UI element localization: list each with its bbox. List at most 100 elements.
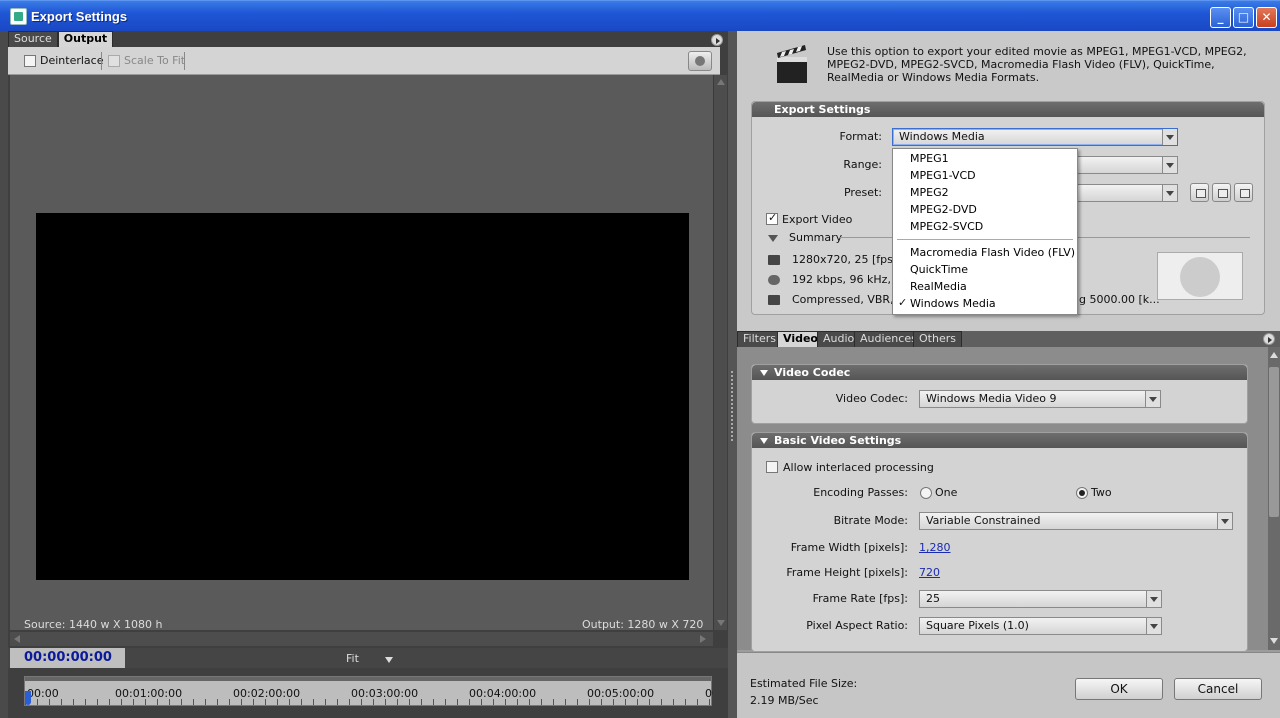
pass-two-radio[interactable] bbox=[1076, 487, 1088, 499]
title-bar: Export Settings _ □ ✕ bbox=[0, 0, 1280, 31]
format-option[interactable]: RealMedia bbox=[910, 280, 967, 293]
scroll-down-icon[interactable] bbox=[1270, 638, 1278, 644]
chevron-down-icon[interactable] bbox=[1217, 513, 1232, 529]
tab-source[interactable]: Source bbox=[8, 31, 58, 47]
settings-menu-icon[interactable] bbox=[1263, 333, 1275, 345]
format-option[interactable]: MPEG2-SVCD bbox=[910, 220, 983, 233]
format-option[interactable]: MPEG1-VCD bbox=[910, 169, 976, 182]
format-option-selected[interactable]: Windows Media bbox=[910, 297, 996, 310]
format-option[interactable]: MPEG1 bbox=[910, 152, 949, 165]
check-icon: ✓ bbox=[898, 296, 908, 309]
scale-to-fit-checkbox[interactable] bbox=[108, 55, 120, 67]
bitrate-select[interactable]: Variable Constrained bbox=[919, 512, 1233, 530]
preview-hscroll[interactable] bbox=[10, 632, 713, 646]
summary-thumbnail bbox=[1157, 252, 1243, 300]
chevron-down-icon[interactable] bbox=[1162, 157, 1177, 173]
par-select[interactable]: Square Pixels (1.0) bbox=[919, 617, 1162, 635]
est-size-label: Estimated File Size: bbox=[750, 677, 858, 690]
crop-tool-button[interactable] bbox=[688, 51, 712, 71]
export-description: Use this option to export your edited mo… bbox=[827, 45, 1247, 84]
ok-button[interactable]: OK bbox=[1075, 678, 1163, 700]
settings-panel: Use this option to export your edited mo… bbox=[737, 31, 1280, 718]
basic-video-title: Basic Video Settings bbox=[774, 434, 902, 447]
chevron-down-icon[interactable] bbox=[1162, 185, 1177, 201]
width-label: Frame Width [pixels]: bbox=[790, 541, 908, 554]
zoom-select[interactable]: Fit bbox=[346, 652, 359, 665]
timeline-ruler[interactable]: 00:00 00:01:00:00 00:02:00:00 00:03:00:0… bbox=[24, 676, 713, 706]
range-label: Range: bbox=[843, 158, 882, 171]
delete-preset-button[interactable] bbox=[1234, 183, 1253, 202]
minimize-button[interactable]: _ bbox=[1210, 7, 1231, 28]
summary-audio: 192 kbps, 96 kHz, 2 bbox=[792, 273, 902, 286]
format-option[interactable]: Macromedia Flash Video (FLV) bbox=[910, 246, 1075, 259]
timecode[interactable]: 00:00:00:00 bbox=[10, 648, 125, 668]
chevron-down-icon[interactable] bbox=[1146, 618, 1161, 634]
playhead[interactable] bbox=[25, 691, 31, 705]
scroll-up-icon[interactable] bbox=[717, 79, 725, 85]
scroll-up-icon[interactable] bbox=[1270, 352, 1278, 358]
video-codec-value: Windows Media Video 9 bbox=[926, 392, 1057, 405]
video-codec-select[interactable]: Windows Media Video 9 bbox=[919, 390, 1161, 408]
width-value[interactable]: 1,280 bbox=[919, 541, 951, 554]
cancel-button[interactable]: Cancel bbox=[1174, 678, 1262, 700]
frame-rate-select[interactable]: 25 bbox=[919, 590, 1162, 608]
format-option[interactable]: MPEG2 bbox=[910, 186, 949, 199]
export-video-checkbox[interactable]: ✓ bbox=[766, 211, 778, 225]
summary-label: Summary bbox=[789, 231, 843, 244]
export-video-label: Export Video bbox=[782, 213, 853, 226]
collapse-icon bbox=[760, 438, 768, 444]
height-label: Frame Height [pixels]: bbox=[786, 566, 908, 579]
scroll-left-icon[interactable] bbox=[14, 635, 20, 643]
format-label: Format: bbox=[839, 130, 882, 143]
toolbar-divider bbox=[184, 52, 185, 70]
bitrate-value: Variable Constrained bbox=[926, 514, 1041, 527]
format-value: Windows Media bbox=[899, 130, 985, 143]
summary-toggle-icon[interactable] bbox=[768, 235, 778, 242]
height-value[interactable]: 720 bbox=[919, 566, 940, 579]
menu-separator bbox=[897, 239, 1073, 240]
save-preset-button[interactable] bbox=[1190, 183, 1209, 202]
frame-rate-value: 25 bbox=[926, 592, 940, 605]
par-label: Pixel Aspect Ratio: bbox=[806, 619, 908, 632]
close-button[interactable]: ✕ bbox=[1256, 7, 1277, 28]
video-codec-header[interactable]: Video Codec bbox=[752, 365, 1247, 380]
basic-video-header[interactable]: Basic Video Settings bbox=[752, 433, 1247, 448]
tab-output[interactable]: Output bbox=[57, 31, 114, 47]
panel-menu-icon[interactable] bbox=[711, 34, 723, 46]
footer: Estimated File Size: 2.19 MB/Sec OK Canc… bbox=[737, 652, 1280, 718]
check-icon: ✓ bbox=[768, 211, 778, 224]
chevron-down-icon[interactable] bbox=[1162, 129, 1177, 145]
scroll-down-icon[interactable] bbox=[717, 620, 725, 626]
tab-filters[interactable]: Filters bbox=[737, 331, 782, 347]
scroll-right-icon[interactable] bbox=[700, 635, 706, 643]
chevron-down-icon[interactable] bbox=[1146, 591, 1161, 607]
preset-label: Preset: bbox=[843, 186, 882, 199]
splitter-grip bbox=[731, 371, 733, 441]
summary-bitrate: g 5000.00 [k... bbox=[1079, 293, 1160, 306]
video-codec-title: Video Codec bbox=[774, 366, 851, 379]
format-select[interactable]: Windows Media bbox=[892, 128, 1178, 146]
source-info: Source: 1440 w X 1080 h bbox=[24, 618, 163, 631]
ruler-ticks bbox=[25, 699, 711, 705]
zoom-chevron-down-icon[interactable] bbox=[385, 657, 393, 663]
pass-one-radio[interactable] bbox=[920, 487, 932, 499]
film-icon bbox=[768, 255, 780, 265]
deinterlace-checkbox[interactable] bbox=[24, 55, 36, 67]
interlaced-checkbox[interactable] bbox=[766, 461, 778, 473]
image-icon bbox=[768, 295, 780, 305]
import-preset-button[interactable] bbox=[1212, 183, 1231, 202]
tab-others[interactable]: Others bbox=[913, 331, 962, 347]
format-dropdown: MPEG1 MPEG1-VCD MPEG2 MPEG2-DVD MPEG2-SV… bbox=[892, 148, 1078, 315]
work-area-bar[interactable] bbox=[25, 677, 711, 681]
crop-icon bbox=[695, 56, 705, 66]
settings-vscroll[interactable] bbox=[1268, 347, 1280, 650]
maximize-button[interactable]: □ bbox=[1233, 7, 1254, 28]
chevron-down-icon[interactable] bbox=[1145, 391, 1160, 407]
rate-label: Frame Rate [fps]: bbox=[812, 592, 908, 605]
speaker-icon bbox=[768, 275, 780, 285]
pass-one-label: One bbox=[935, 486, 958, 499]
scroll-thumb[interactable] bbox=[1269, 367, 1279, 517]
scale-to-fit-label: Scale To Fit bbox=[124, 54, 186, 67]
format-option[interactable]: MPEG2-DVD bbox=[910, 203, 977, 216]
format-option[interactable]: QuickTime bbox=[910, 263, 968, 276]
